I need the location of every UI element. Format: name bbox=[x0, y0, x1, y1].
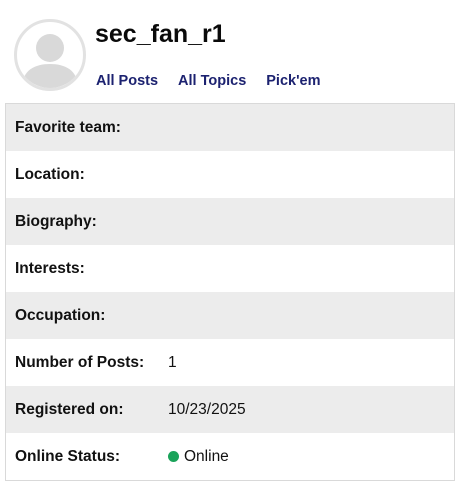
profile-details-table: Favorite team: Location: Biography: Inte… bbox=[5, 103, 455, 481]
registered-on-value: 10/23/2025 bbox=[168, 400, 246, 418]
location-label: Location: bbox=[15, 165, 85, 183]
all-topics-link[interactable]: All Topics bbox=[178, 72, 246, 90]
details-row-biography: Biography: bbox=[6, 198, 454, 245]
details-row-favorite-team: Favorite team: bbox=[6, 104, 454, 151]
number-of-posts-value: 1 bbox=[168, 353, 177, 371]
registered-on-label: Registered on: bbox=[15, 400, 124, 418]
profile-nav: All Posts All Topics Pick'em bbox=[96, 72, 321, 90]
details-row-number-of-posts: Number of Posts: 1 bbox=[6, 339, 454, 386]
pickem-link[interactable]: Pick'em bbox=[266, 72, 320, 90]
occupation-label: Occupation: bbox=[15, 306, 106, 324]
interests-label: Interests: bbox=[15, 259, 85, 277]
details-row-interests: Interests: bbox=[6, 245, 454, 292]
online-status-value: Online bbox=[168, 448, 229, 466]
online-status-dot-icon bbox=[168, 451, 179, 462]
username: sec_fan_r1 bbox=[95, 20, 226, 48]
details-row-occupation: Occupation: bbox=[6, 292, 454, 339]
details-row-registered-on: Registered on: 10/23/2025 bbox=[6, 386, 454, 433]
number-of-posts-label: Number of Posts: bbox=[15, 353, 145, 371]
details-row-online-status: Online Status: Online bbox=[6, 433, 454, 480]
default-user-avatar-icon bbox=[22, 34, 78, 88]
avatar bbox=[14, 19, 86, 91]
profile-header: sec_fan_r1 All Posts All Topics Pick'em bbox=[0, 0, 460, 104]
biography-label: Biography: bbox=[15, 212, 97, 230]
details-row-location: Location: bbox=[6, 151, 454, 198]
all-posts-link[interactable]: All Posts bbox=[96, 72, 158, 90]
favorite-team-label: Favorite team: bbox=[15, 118, 121, 136]
online-status-label: Online Status: bbox=[15, 447, 121, 465]
online-status-text: Online bbox=[184, 447, 229, 465]
